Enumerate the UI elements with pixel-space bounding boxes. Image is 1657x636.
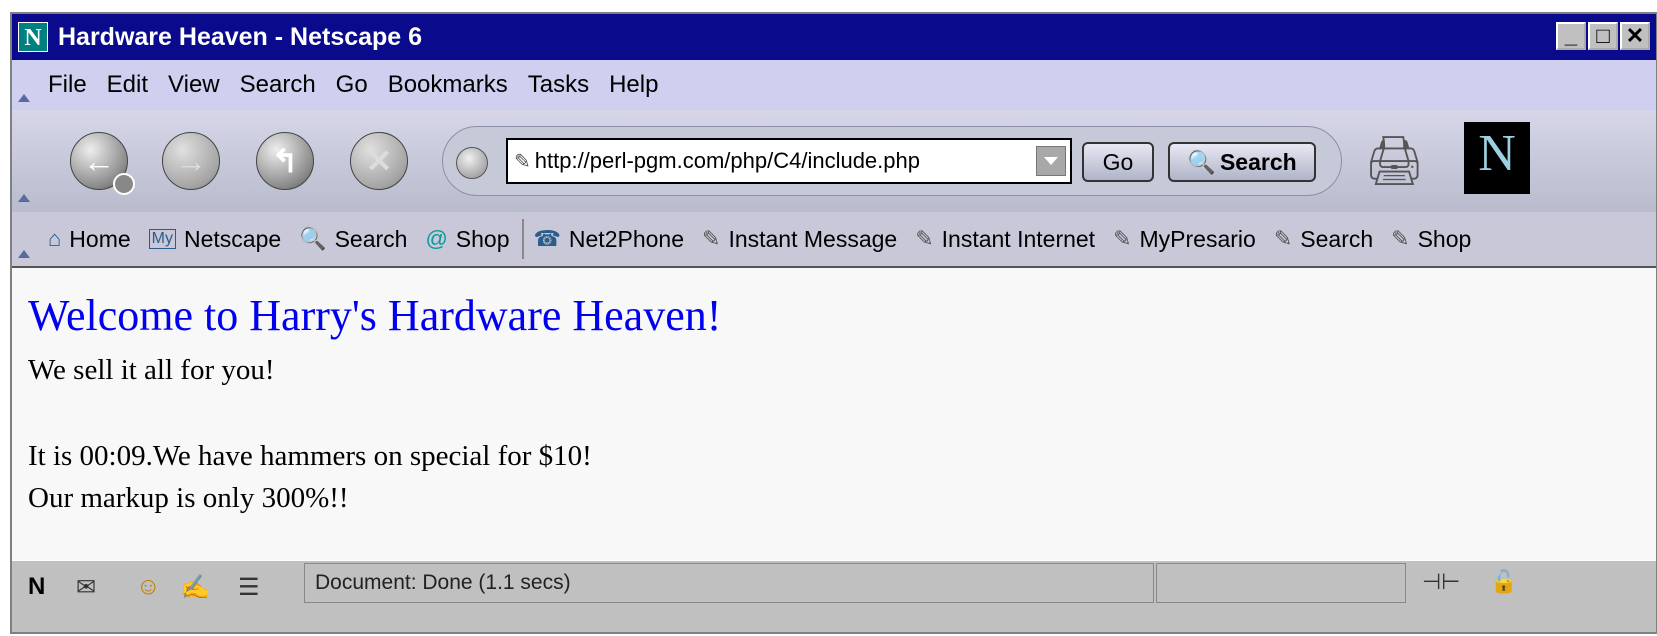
- composer-icon[interactable]: ✍: [180, 573, 210, 602]
- navigator-icon[interactable]: N: [28, 573, 45, 601]
- reload-icon: ↰: [271, 143, 299, 179]
- page-heading: Welcome to Harry's Hardware Heaven!: [28, 291, 722, 340]
- bookmark-icon: ✎: [1273, 226, 1293, 251]
- url-dropdown-button[interactable]: [1036, 146, 1066, 176]
- search-button-label: Search: [1219, 148, 1297, 175]
- pt-instant-internet[interactable]: ✎ Instant Internet: [915, 226, 1095, 253]
- netscape-brand-icon[interactable]: N: [1464, 122, 1530, 194]
- personal-toolbar: ⌂ Home My Netscape 🔍 Search @ Shop ☎ Net…: [12, 212, 1656, 266]
- window-title: Hardware Heaven - Netscape 6: [58, 22, 423, 51]
- pt-instant-internet-label: Instant Internet: [941, 225, 1096, 252]
- menu-tasks[interactable]: Tasks: [528, 71, 589, 99]
- phone-icon: ☎: [533, 226, 561, 251]
- netscape-logo-icon: N: [18, 22, 48, 52]
- address-book-icon[interactable]: ☰: [238, 573, 260, 602]
- pt-search-2-label: Search: [1300, 225, 1374, 252]
- site-info-icon[interactable]: [456, 147, 488, 179]
- title-bar[interactable]: N Hardware Heaven - Netscape 6 _ □ ✕: [12, 14, 1656, 60]
- my-netscape-icon: My: [148, 229, 176, 249]
- collapse-grip-icon[interactable]: [12, 212, 36, 266]
- pt-net2phone-label: Net2Phone: [568, 225, 684, 252]
- minimize-button[interactable]: _: [1556, 22, 1586, 50]
- back-arrow-icon: ←: [83, 142, 115, 179]
- menu-bar: File Edit View Search Go Bookmarks Tasks…: [12, 60, 1656, 110]
- pt-search-label: Search: [334, 225, 408, 252]
- navigation-toolbar: ← → ↰ ✕ ✎ Go 🔍 Search 🖨 N: [12, 110, 1656, 212]
- dropdown-icon[interactable]: [113, 173, 135, 195]
- menu-help[interactable]: Help: [609, 71, 658, 99]
- home-icon: ⌂: [48, 226, 62, 251]
- magnifier-icon: 🔍: [299, 226, 327, 251]
- pt-net2phone[interactable]: ☎ Net2Phone: [534, 226, 685, 253]
- close-button[interactable]: ✕: [1620, 22, 1650, 50]
- pt-shop-2-label: Shop: [1417, 225, 1472, 252]
- security-lock-icon[interactable]: 🔓: [1490, 569, 1517, 595]
- status-text: Document: Done (1.1 secs): [315, 571, 571, 594]
- pt-instant-message-label: Instant Message: [728, 225, 898, 252]
- maximize-icon: □: [1596, 23, 1610, 48]
- page-special-text: It is 00:09.We have hammers on special f…: [28, 440, 592, 472]
- forward-arrow-icon: →: [175, 142, 207, 179]
- pt-home[interactable]: ⌂ Home: [48, 226, 131, 253]
- menu-view[interactable]: View: [168, 71, 220, 99]
- status-bar: N ✉ ☺ ✍ ☰ Document: Done (1.1 secs) ⊣⊢ 🔓: [12, 560, 1656, 632]
- bookmark-icon: ✎: [702, 226, 721, 251]
- pt-netscape[interactable]: My Netscape: [148, 225, 282, 253]
- online-plug-icon[interactable]: ⊣⊢: [1422, 569, 1460, 595]
- pt-shop-2[interactable]: ✎ Shop: [1391, 226, 1471, 253]
- pt-shop[interactable]: @ Shop: [425, 226, 509, 253]
- window-controls: _ □ ✕: [1556, 22, 1650, 50]
- reload-button[interactable]: ↰: [256, 132, 314, 190]
- pt-search-2[interactable]: ✎ Search: [1274, 226, 1373, 253]
- menu-file[interactable]: File: [48, 71, 87, 99]
- collapse-grip-icon[interactable]: [12, 110, 36, 210]
- go-button[interactable]: Go: [1082, 142, 1154, 182]
- pt-home-label: Home: [69, 225, 131, 252]
- bookmark-pin-icon: ✎: [514, 150, 531, 173]
- menu-bookmarks[interactable]: Bookmarks: [388, 71, 508, 99]
- close-icon: ✕: [1625, 23, 1645, 48]
- magnifier-icon: 🔍: [1187, 148, 1216, 175]
- menu-go[interactable]: Go: [336, 71, 368, 99]
- bookmark-icon: ✎: [1391, 226, 1410, 251]
- aim-icon[interactable]: ☺: [136, 573, 161, 601]
- pt-netscape-label: Netscape: [183, 225, 282, 252]
- minimize-icon: _: [1564, 23, 1578, 48]
- back-button[interactable]: ←: [70, 132, 135, 195]
- pt-search[interactable]: 🔍 Search: [299, 226, 407, 253]
- url-field[interactable]: ✎: [506, 138, 1072, 184]
- page-markup-text: Our markup is only 300%!!: [28, 482, 349, 514]
- toolbar-separator: [521, 219, 524, 259]
- mail-icon[interactable]: ✉: [76, 573, 96, 602]
- search-button[interactable]: 🔍 Search: [1168, 142, 1316, 182]
- page-tagline: We sell it all for you!: [28, 354, 275, 386]
- forward-button[interactable]: →: [162, 132, 220, 190]
- stop-button[interactable]: ✕: [350, 132, 408, 190]
- pt-mypresario-label: MyPresario: [1139, 225, 1256, 252]
- bookmark-icon: ✎: [1113, 226, 1132, 251]
- collapse-grip-icon[interactable]: [12, 60, 36, 110]
- status-progress-area: [1156, 563, 1406, 603]
- maximize-button[interactable]: □: [1588, 22, 1618, 50]
- browser-window: N Hardware Heaven - Netscape 6 _ □ ✕ Fil…: [10, 12, 1657, 634]
- url-input[interactable]: [534, 148, 1005, 174]
- pt-shop-label: Shop: [455, 225, 510, 252]
- stop-icon: ✕: [365, 143, 393, 179]
- page-content: Welcome to Harry's Hardware Heaven! We s…: [12, 266, 1656, 562]
- print-icon[interactable]: 🖨: [1364, 132, 1426, 188]
- menu-edit[interactable]: Edit: [107, 71, 148, 99]
- pt-instant-message[interactable]: ✎ Instant Message: [702, 226, 897, 253]
- pt-mypresario[interactable]: ✎ MyPresario: [1113, 226, 1256, 253]
- shop-icon: @: [425, 226, 448, 251]
- menu-search[interactable]: Search: [240, 71, 316, 99]
- bookmark-icon: ✎: [915, 226, 934, 251]
- status-message: Document: Done (1.1 secs): [304, 563, 1154, 603]
